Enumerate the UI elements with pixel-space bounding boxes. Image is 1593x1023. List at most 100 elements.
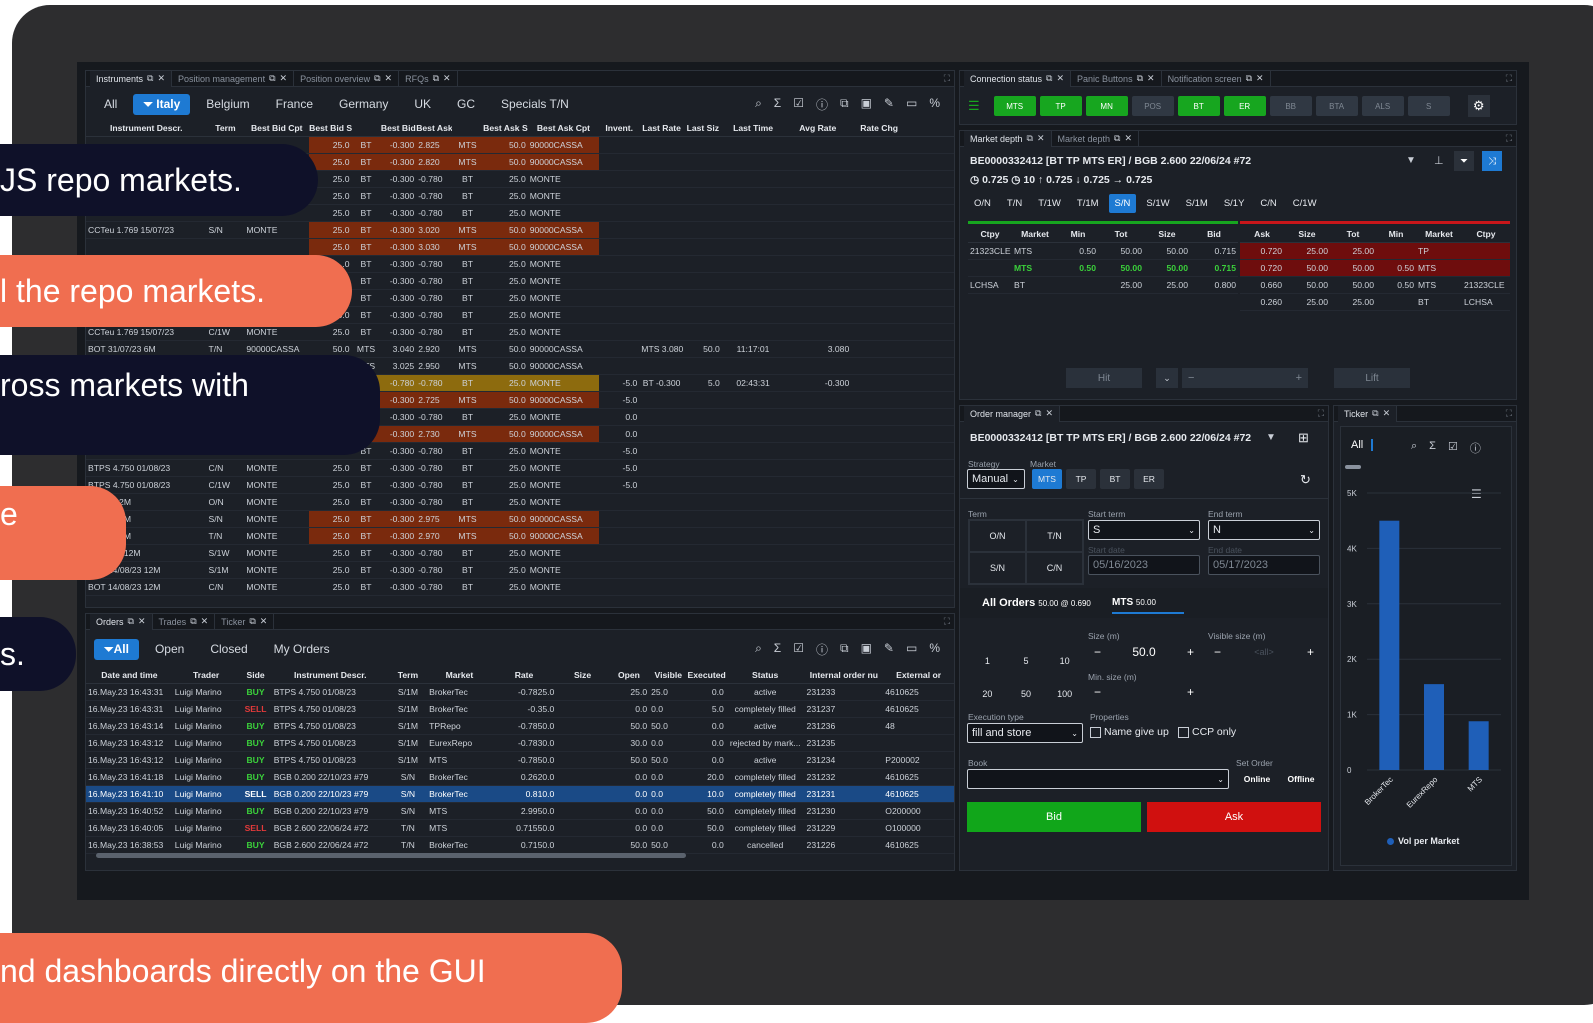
depth-term-s-1w[interactable]: S/1W xyxy=(1140,194,1175,213)
tab-panic-buttons[interactable]: Panic Buttons ⧉ ✕ xyxy=(1071,71,1162,87)
close-icon[interactable]: ✕ xyxy=(1383,408,1391,419)
column-header[interactable]: Side xyxy=(239,668,272,684)
tab-position-management[interactable]: Position management ⧉ ✕ xyxy=(172,71,295,87)
chevron-down-icon[interactable]: ⌄ xyxy=(1156,368,1178,388)
maximize-icon[interactable]: ⛶ xyxy=(1506,408,1512,419)
connection-button-bta[interactable]: BTA xyxy=(1315,96,1358,116)
column-header[interactable]: Visible xyxy=(649,668,688,684)
bar-eurexrepo[interactable] xyxy=(1424,684,1444,770)
filter-my-orders[interactable]: My Orders xyxy=(264,639,340,659)
search-icon[interactable]: ⌕ xyxy=(1411,440,1417,456)
gear-icon[interactable]: ⚙ xyxy=(1467,95,1490,117)
connection-button-s[interactable]: S xyxy=(1407,96,1450,116)
ask-row[interactable]: 0.720 25.00 25.00 TP xyxy=(1240,242,1510,260)
column-header[interactable]: Best Bid xyxy=(380,121,417,137)
depth-term-t-1w[interactable]: T/1W xyxy=(1032,194,1067,213)
column-header[interactable]: Internal order nu xyxy=(804,668,884,684)
column-header[interactable]: Date and time xyxy=(86,668,173,684)
column-header[interactable]: Best Ask Cpt xyxy=(527,121,600,137)
checkbox-icon[interactable]: ☑ xyxy=(793,96,804,113)
table-row[interactable]: 16.May.23 16:43:31 Luigi Marino BUY BTPS 4.… xyxy=(86,683,954,701)
ask-button[interactable]: Ask xyxy=(1147,802,1321,832)
bid-button[interactable]: Bid xyxy=(967,802,1141,832)
filter-germany[interactable]: Germany xyxy=(329,94,398,114)
min-size-stepper[interactable]: − + xyxy=(1088,682,1200,702)
close-icon[interactable]: ✕ xyxy=(1056,73,1064,84)
column-header[interactable]: External or xyxy=(883,668,954,684)
om-market-mts[interactable]: MTS xyxy=(1032,469,1062,489)
close-icon[interactable]: ✕ xyxy=(201,616,209,627)
bid-row[interactable]: 21323CLE MTS 0.50 50.00 50.00 0.715 xyxy=(968,242,1238,260)
plus-icon[interactable]: + xyxy=(1187,645,1194,659)
quick-size-100[interactable]: 100 xyxy=(1045,689,1084,699)
plus-icon[interactable]: + xyxy=(1307,645,1314,659)
save-icon[interactable]: ▣ xyxy=(861,641,872,658)
dropdown-icon[interactable]: ▼ xyxy=(1406,155,1416,166)
bar-brokertec[interactable] xyxy=(1379,520,1400,770)
column-header[interactable]: Best Ask xyxy=(416,121,452,137)
om-market-er[interactable]: ER xyxy=(1134,469,1164,489)
online-button[interactable]: Online xyxy=(1236,769,1278,789)
depth-term-t-n[interactable]: T/N xyxy=(1001,194,1028,213)
popout-icon[interactable]: ⧉ xyxy=(147,73,153,84)
export-icon[interactable]: ⧉ xyxy=(840,641,849,658)
column-header[interactable] xyxy=(451,121,484,137)
tab-market-depth-1[interactable]: Market depth ⧉ ✕ xyxy=(964,131,1052,147)
connection-button-mts[interactable]: MTS xyxy=(993,96,1036,116)
ticker-filter-all[interactable]: All xyxy=(1351,439,1374,451)
plus-icon[interactable]: + xyxy=(1187,685,1194,699)
visible-size-stepper[interactable]: − <all> + xyxy=(1208,642,1320,662)
info-icon[interactable]: ⓘ xyxy=(816,96,828,113)
tab-orders[interactable]: Orders ⧉ ✕ xyxy=(90,614,153,630)
filter-icon[interactable]: ⏷ xyxy=(1454,151,1474,171)
column-header[interactable]: Term xyxy=(206,121,245,137)
name-give-up-checkbox[interactable]: Name give up xyxy=(1090,726,1169,738)
filter-france[interactable]: France xyxy=(266,94,323,114)
save-icon[interactable]: ▣ xyxy=(861,96,872,113)
maximize-icon[interactable]: ⛶ xyxy=(944,616,950,627)
om-term-t-n[interactable]: T/N xyxy=(1026,520,1083,552)
quick-size-50[interactable]: 50 xyxy=(1007,689,1046,699)
close-icon[interactable]: ✕ xyxy=(1256,73,1264,84)
tab-all-orders[interactable]: All Orders 50.00 @ 0.690 xyxy=(982,597,1091,609)
start-date-field[interactable]: 05/16/2023 xyxy=(1088,555,1200,575)
size-stepper[interactable]: − 50.0 + xyxy=(1088,642,1200,662)
filter-all[interactable]: All xyxy=(94,94,127,114)
table-row[interactable]: 16.May.23 16:40:52 Luigi Marino BUY BGB 0.2… xyxy=(86,802,954,820)
ask-row[interactable]: 0.720 50.00 50.00 0.50 MTS xyxy=(1240,259,1510,277)
search-icon[interactable]: ⌕ xyxy=(755,96,762,113)
depth-term-s-n[interactable]: S/N xyxy=(1108,194,1137,213)
wrench-icon[interactable]: ✎ xyxy=(884,641,894,658)
hit-button[interactable]: Hit xyxy=(1066,368,1142,388)
tab-mts-orders[interactable]: MTS 50.00 xyxy=(1112,597,1184,614)
popout-icon[interactable]: ⧉ xyxy=(1027,133,1033,144)
column-header[interactable]: Market xyxy=(427,668,492,684)
table-row[interactable]: CCTeu 1.769 15/07/23 S/N MONTE 25.0 BT -0.300… xyxy=(86,221,954,239)
column-header[interactable]: Best Bid Cpt xyxy=(244,121,310,137)
quick-size-10[interactable]: 10 xyxy=(1045,656,1084,666)
table-row[interactable]: 16.May.23 16:41:18 Luigi Marino BUY BGB 0.2… xyxy=(86,768,954,786)
percent-icon[interactable]: % xyxy=(929,96,940,113)
plus-icon[interactable]: + xyxy=(1296,372,1302,384)
table-row[interactable]: BTPS 4.750 01/08/23 C/1W MONTE 25.0 BT -0.300… xyxy=(86,476,954,494)
depth-instrument[interactable]: BE0000332412 [BT TP MTS ER] / BGB 2.600 … xyxy=(970,155,1251,167)
table-row[interactable]: 25.0 BT -0.300 3.030 MTS 50.0 90000CASSA xyxy=(86,238,954,256)
dropdown-icon[interactable]: ▼ xyxy=(1266,432,1276,443)
column-header[interactable]: Best Bid Siz xyxy=(309,121,352,137)
popout-icon[interactable]: ⧉ xyxy=(128,616,134,627)
popout-icon[interactable]: ⧉ xyxy=(269,73,275,84)
table-row[interactable]: 14/08/23 12MS/1WMONTE25.0BT-0.300-0.780B… xyxy=(86,544,954,562)
table-row[interactable]: 16.May.23 16:40:05 Luigi Marino SELL BGB 2.… xyxy=(86,819,954,837)
tab-ticker[interactable]: Ticker ⧉ ✕ xyxy=(215,614,275,630)
filter-gc[interactable]: GC xyxy=(447,94,485,114)
depth-term-s-1y[interactable]: S/1Y xyxy=(1218,194,1251,213)
filter-specials[interactable]: Specials T/N xyxy=(491,94,579,114)
depth-term-o-n[interactable]: O/N xyxy=(968,194,997,213)
search-icon[interactable]: ⌕ xyxy=(755,641,762,658)
connection-button-als[interactable]: ALS xyxy=(1361,96,1404,116)
depth-term-c-1w[interactable]: C/1W xyxy=(1287,194,1323,213)
popout-icon[interactable]: ⧉ xyxy=(1114,133,1120,144)
minus-icon[interactable]: − xyxy=(1094,645,1101,659)
table-row[interactable]: 16.May.23 16:41:10 Luigi Marino SELL BGB 0.… xyxy=(86,785,954,803)
column-header[interactable]: Executed xyxy=(687,668,726,684)
